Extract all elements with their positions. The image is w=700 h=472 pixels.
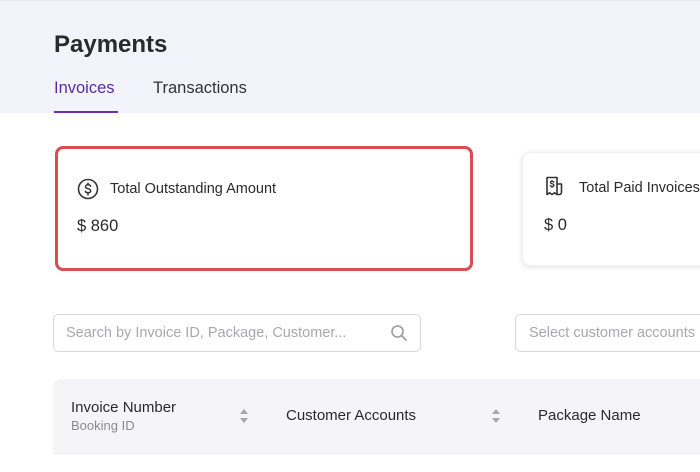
paid-label: Total Paid Invoices <box>579 180 700 196</box>
payments-page: Payments Invoices Transactions Total Out… <box>0 0 700 472</box>
search-input[interactable] <box>66 315 376 351</box>
total-paid-card[interactable]: Total Paid Invoices $ 0 <box>522 152 700 266</box>
outstanding-value: $ 860 <box>77 217 119 235</box>
page-header: Payments Invoices Transactions <box>0 0 700 113</box>
tab-transactions[interactable]: Transactions <box>153 79 247 98</box>
customer-select-placeholder: Select customer accounts <box>529 325 696 341</box>
active-tab-indicator <box>54 111 118 113</box>
receipt-icon <box>543 175 565 197</box>
outstanding-label: Total Outstanding Amount <box>110 181 277 197</box>
column-package-name: Package Name <box>538 407 641 424</box>
page-title: Payments <box>54 31 168 58</box>
paid-value: $ 0 <box>544 216 567 234</box>
sort-icon[interactable] <box>238 407 250 425</box>
search-icon[interactable] <box>390 324 408 342</box>
dollar-circle-icon <box>77 178 99 200</box>
sort-icon[interactable] <box>490 407 502 425</box>
tab-invoices[interactable]: Invoices <box>54 79 115 98</box>
column-booking-id: Booking ID <box>71 418 135 433</box>
table-row[interactable] <box>53 453 700 472</box>
column-customer-accounts: Customer Accounts <box>286 407 417 424</box>
column-invoice-number: Invoice Number <box>71 399 177 416</box>
search-box <box>53 314 421 352</box>
customer-accounts-select[interactable]: Select customer accounts <box>515 314 700 352</box>
table-header: Invoice Number Booking ID Customer Accou… <box>53 379 700 453</box>
total-outstanding-card[interactable]: Total Outstanding Amount $ 860 <box>55 146 473 271</box>
